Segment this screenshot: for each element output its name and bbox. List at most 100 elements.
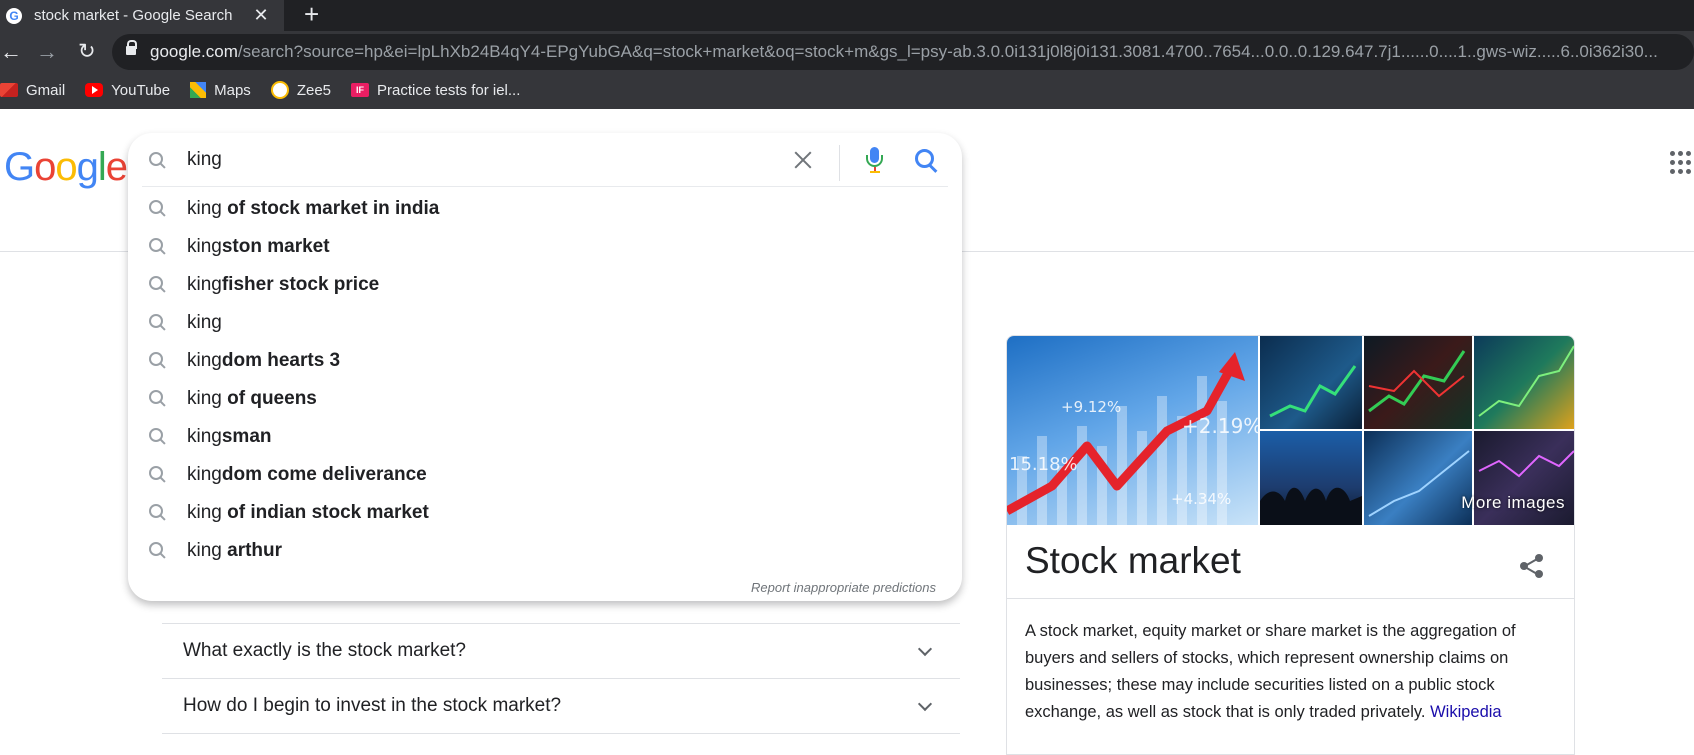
people-also-ask-item[interactable]: What exactly is the stock market? bbox=[162, 623, 960, 678]
logo-letter: g bbox=[76, 145, 99, 189]
image-collage[interactable]: +9.12% +2.19% 15.18% +4.34% More images bbox=[1007, 336, 1574, 525]
suggestion-item[interactable]: king bbox=[128, 303, 962, 341]
search-icon bbox=[149, 466, 165, 482]
bookmark-label: YouTube bbox=[111, 81, 171, 99]
suggestion-prefix: king bbox=[187, 426, 222, 447]
google-apps-icon[interactable] bbox=[1670, 151, 1694, 175]
logo-letter: o bbox=[55, 145, 77, 189]
search-icon bbox=[149, 152, 165, 168]
knowledge-panel: +9.12% +2.19% 15.18% +4.34% More images … bbox=[1006, 335, 1575, 755]
bookmarks-bar: Gmail YouTube Maps Zee5 IF Practice test… bbox=[0, 75, 540, 105]
logo-letter: o bbox=[34, 145, 56, 189]
new-tab-button[interactable]: + bbox=[304, 1, 319, 27]
logo-letter: e bbox=[105, 145, 128, 189]
suggestion-completion: sman bbox=[221, 426, 272, 447]
suggestion-item[interactable]: king of stock market in india bbox=[128, 189, 962, 227]
bookmark-ielts[interactable]: IF Practice tests for iel... bbox=[351, 82, 520, 99]
bookmark-gmail[interactable]: Gmail bbox=[0, 82, 65, 99]
share-icon[interactable] bbox=[1520, 554, 1544, 578]
suggestion-prefix: king bbox=[187, 388, 222, 409]
suggestion-item[interactable]: kingdom hearts 3 bbox=[128, 341, 962, 379]
maps-icon bbox=[190, 82, 207, 98]
question-text: How do I begin to invest in the stock ma… bbox=[183, 695, 562, 716]
people-also-ask-item[interactable]: How do I begin to invest in the stock ma… bbox=[162, 678, 960, 733]
stock-graph-image[interactable] bbox=[1474, 336, 1574, 429]
bookmark-zee5[interactable]: Zee5 bbox=[270, 81, 332, 99]
suggestion-prefix: king bbox=[187, 540, 222, 561]
clear-icon[interactable] bbox=[789, 146, 817, 174]
image-label: +9.12% bbox=[1061, 398, 1122, 416]
logo-letter: G bbox=[4, 145, 35, 189]
browser-toolbar: ← → ↻ google.com/search?source=hp&ei=lpL… bbox=[0, 31, 1694, 109]
trading-screen-image[interactable] bbox=[1260, 336, 1362, 429]
suggestion-completion: dom hearts 3 bbox=[221, 350, 341, 371]
question-text: What exactly is the stock market? bbox=[183, 640, 466, 661]
logo-letter: l bbox=[97, 145, 107, 189]
suggestion-item[interactable]: king of queens bbox=[128, 379, 962, 417]
chevron-down-icon[interactable] bbox=[917, 641, 933, 657]
ielts-icon: IF bbox=[351, 83, 370, 97]
search-results-page: Google What exactly is the stock market?… bbox=[0, 109, 1694, 755]
bookmark-maps[interactable]: Maps bbox=[190, 82, 251, 99]
browser-tab[interactable]: G stock market - Google Search ✕ bbox=[0, 0, 284, 31]
lock-icon[interactable] bbox=[126, 40, 137, 58]
suggestion-item[interactable]: kingdom come deliverance bbox=[128, 455, 962, 493]
people-also-ask-item[interactable] bbox=[162, 733, 960, 751]
microphone-icon[interactable] bbox=[863, 147, 887, 175]
address-bar[interactable]: google.com/search?source=hp&ei=lpLhXb24B… bbox=[112, 34, 1694, 70]
traders-silhouette-image[interactable] bbox=[1260, 431, 1362, 525]
panel-description: A stock market, equity market or share m… bbox=[1025, 618, 1560, 726]
url-path: /search?source=hp&ei=lpLhXb24B4qY4-EPgYu… bbox=[237, 42, 1658, 61]
search-icon bbox=[149, 504, 165, 520]
search-icon bbox=[149, 390, 165, 406]
bookmark-label: Gmail bbox=[26, 81, 66, 99]
candlestick-image[interactable] bbox=[1364, 336, 1472, 429]
chevron-down-icon[interactable] bbox=[917, 696, 933, 712]
suggestion-completion: of queens bbox=[221, 388, 317, 409]
suggestion-item[interactable]: king arthur bbox=[128, 531, 962, 569]
reload-icon[interactable]: ↻ bbox=[78, 41, 96, 63]
wikipedia-link[interactable]: Wikipedia bbox=[1430, 703, 1502, 721]
google-logo[interactable]: Google bbox=[4, 145, 128, 190]
suggestion-prefix: king bbox=[187, 312, 222, 333]
financial-chart-image[interactable] bbox=[1364, 431, 1472, 525]
bookmark-label: Practice tests for iel... bbox=[377, 81, 521, 99]
gmail-icon bbox=[0, 83, 18, 97]
search-icon bbox=[149, 200, 165, 216]
tab-strip: G stock market - Google Search ✕ + bbox=[0, 0, 1694, 31]
search-icon bbox=[149, 352, 165, 368]
bookmark-label: Zee5 bbox=[296, 81, 332, 99]
url-host: google.com bbox=[150, 42, 238, 61]
suggestion-prefix: king bbox=[187, 502, 222, 523]
youtube-icon bbox=[85, 83, 104, 97]
suggestion-prefix: king bbox=[187, 274, 222, 295]
suggestion-completion: ston market bbox=[221, 236, 330, 257]
search-submit-icon[interactable] bbox=[915, 149, 939, 173]
image-label: 15.18% bbox=[1009, 454, 1078, 475]
suggestion-prefix: king bbox=[187, 464, 222, 485]
search-input[interactable] bbox=[187, 146, 787, 174]
stock-chart-image[interactable]: +9.12% +2.19% 15.18% +4.34% bbox=[1007, 336, 1258, 525]
suggestion-completion: dom come deliverance bbox=[221, 464, 427, 485]
suggestion-list: king of stock market in india kingston m… bbox=[128, 189, 962, 569]
image-label: +2.19% bbox=[1182, 414, 1258, 438]
suggestion-item[interactable]: king of indian stock market bbox=[128, 493, 962, 531]
close-tab-icon[interactable]: ✕ bbox=[250, 5, 272, 26]
suggestion-completion: of stock market in india bbox=[221, 198, 440, 219]
search-icon bbox=[149, 314, 165, 330]
forward-arrow-icon[interactable]: → bbox=[36, 41, 58, 63]
bookmark-youtube[interactable]: YouTube bbox=[85, 82, 170, 99]
suggestion-completion: of indian stock market bbox=[221, 502, 429, 523]
divider bbox=[1007, 598, 1574, 599]
divider bbox=[839, 145, 840, 181]
search-autocomplete-box: king of stock market in india kingston m… bbox=[128, 133, 962, 601]
more-images-link[interactable]: More images bbox=[1461, 493, 1565, 513]
url-text[interactable]: google.com/search?source=hp&ei=lpLhXb24B… bbox=[150, 42, 1658, 62]
google-favicon-icon: G bbox=[6, 7, 22, 24]
suggestion-item[interactable]: kingston market bbox=[128, 227, 962, 265]
search-icon bbox=[149, 238, 165, 254]
suggestion-item[interactable]: kingfisher stock price bbox=[128, 265, 962, 303]
report-predictions-link[interactable]: Report inappropriate predictions bbox=[751, 580, 936, 595]
suggestion-item[interactable]: kingsman bbox=[128, 417, 962, 455]
back-arrow-icon[interactable]: ← bbox=[0, 41, 22, 63]
